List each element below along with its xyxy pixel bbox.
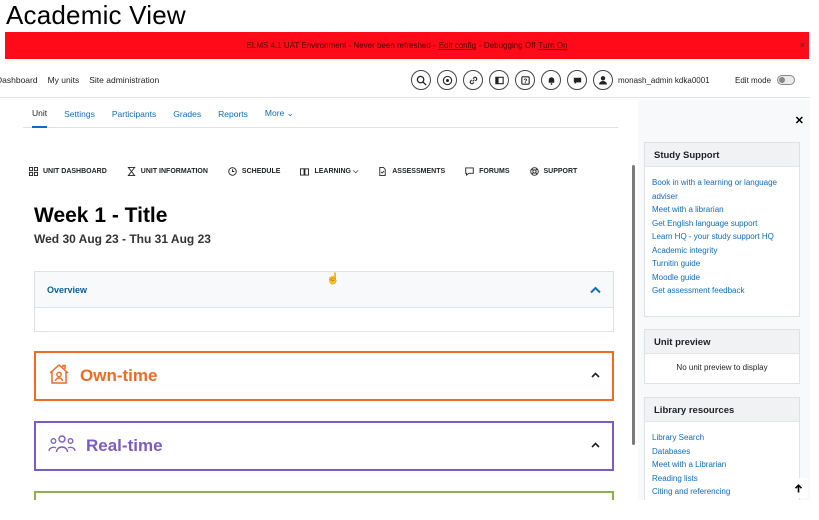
support-link[interactable]: Book in with a learning or language advi… [652, 176, 792, 203]
unit-nav-support[interactable]: SUPPORT [529, 167, 578, 176]
accessibility-icon[interactable] [437, 70, 457, 90]
unit-preview-text: No unit preview to display [676, 363, 768, 372]
main-scrollbar[interactable] [632, 165, 635, 445]
unit-nav-learning-label: LEARNING ⌵ [314, 167, 359, 175]
overview-section: Overview [34, 271, 614, 332]
real-time-section[interactable]: Real-time [34, 421, 614, 471]
tab-settings[interactable]: Settings [64, 100, 95, 128]
chevron-up-icon[interactable] [591, 440, 600, 450]
week-dates: Wed 30 Aug 23 - Thu 31 Aug 23 [34, 232, 211, 246]
unit-nav-information-label: UNIT INFORMATION [140, 168, 208, 175]
primary-nav: Dashboard My units Site administration [0, 75, 159, 85]
library-link[interactable]: Meet with a Librarian [652, 458, 792, 472]
hourglass-icon [127, 167, 136, 176]
turn-on-link[interactable]: Turn On [538, 41, 567, 50]
open-book-icon [300, 168, 310, 176]
edit-config-link[interactable]: Edit config [439, 41, 476, 50]
library-link[interactable]: Citing and referencing [652, 485, 792, 499]
top-navbar: Dashboard My units Site administration ? [0, 62, 810, 98]
environment-banner: ELMS 4.1 UAT Environment - Never been re… [5, 32, 809, 59]
next-section[interactable] [34, 491, 614, 500]
speech-bubble-icon [465, 167, 474, 176]
study-support-title: Study Support [645, 143, 799, 167]
library-resources-block: Library resources Library Search Databas… [644, 397, 800, 500]
unit-navigation: UNIT DASHBOARD UNIT INFORMATION SCHEDULE… [29, 167, 597, 176]
study-support-block: Study Support Book in with a learning or… [644, 142, 800, 317]
svg-text:?: ? [523, 77, 527, 84]
chevron-up-icon[interactable] [591, 370, 600, 380]
close-banner-icon[interactable]: × [800, 40, 805, 50]
library-link[interactable]: Library Search [652, 431, 792, 445]
overview-label: Overview [47, 284, 88, 295]
unit-nav-learning[interactable]: LEARNING ⌵ [300, 167, 358, 176]
chat-icon[interactable] [567, 70, 587, 90]
library-link[interactable]: Reading lists [652, 472, 792, 486]
bell-icon[interactable] [541, 70, 561, 90]
support-link[interactable]: Learn HQ - your study support HQ [652, 230, 792, 244]
support-link[interactable]: Turnitin guide [652, 257, 792, 271]
unit-nav-schedule-label: SCHEDULE [241, 168, 281, 175]
edit-mode-label: Edit mode [735, 75, 772, 85]
real-time-label: Real-time [86, 436, 163, 455]
lifebuoy-icon [529, 167, 539, 176]
main-content: Unit Settings Participants Grades Report… [5, 100, 635, 500]
support-link[interactable]: Get assessment feedback [652, 284, 792, 298]
document-icon [379, 167, 386, 176]
nav-dashboard[interactable]: Dashboard [0, 75, 38, 85]
group-people-icon [48, 433, 76, 460]
chevron-up-icon[interactable] [590, 283, 601, 297]
library-resources-title: Library resources [645, 398, 799, 422]
unit-nav-support-label: SUPPORT [543, 168, 578, 175]
support-link[interactable]: Get English language support [652, 217, 792, 231]
unit-nav-dashboard[interactable]: UNIT DASHBOARD [29, 167, 107, 176]
secondary-nav: Unit Settings Participants Grades Report… [23, 100, 618, 128]
tab-participants[interactable]: Participants [112, 100, 156, 128]
page-heading: Academic View [6, 0, 186, 30]
link-icon[interactable] [463, 70, 483, 90]
support-link[interactable]: Academic integrity [652, 244, 792, 258]
search-icon[interactable] [411, 70, 431, 90]
unit-nav-dashboard-label: UNIT DASHBOARD [43, 168, 107, 175]
unit-nav-assessments[interactable]: ASSESSMENTS [378, 167, 445, 176]
unit-preview-block: Unit preview No unit preview to display [644, 329, 800, 384]
tab-unit[interactable]: Unit [32, 100, 48, 128]
book-icon[interactable] [489, 70, 509, 90]
grid-icon [29, 167, 38, 176]
support-link[interactable]: Moodle guide [652, 271, 792, 285]
avatar[interactable] [593, 70, 613, 90]
overview-header[interactable]: Overview [35, 272, 613, 308]
help-icon[interactable]: ? [515, 70, 535, 90]
user-name[interactable]: monash_admin kdka0001 [618, 76, 710, 85]
unit-nav-forums-label: FORUMS [479, 168, 510, 175]
own-time-label: Own-time [80, 366, 158, 385]
unit-nav-schedule[interactable]: SCHEDULE [228, 167, 281, 176]
edit-mode-switch[interactable]: Edit mode [735, 75, 796, 85]
edit-mode-toggle[interactable] [777, 75, 796, 85]
nav-my-units[interactable]: My units [48, 75, 80, 85]
debug-text: - Debugging Off [479, 41, 536, 50]
unit-preview-title: Unit preview [645, 330, 799, 354]
library-link[interactable]: Databases [652, 445, 792, 459]
unit-nav-assessments-label: ASSESSMENTS [392, 168, 446, 175]
back-to-top-button[interactable] [788, 478, 808, 498]
arrow-up-icon [794, 483, 802, 492]
block-drawer: ✕ Study Support Book in with a learning … [638, 100, 810, 500]
nav-site-administration[interactable]: Site administration [89, 75, 159, 85]
support-link[interactable]: Meet with a librarian [652, 203, 792, 217]
tab-more[interactable]: More ⌄ [265, 100, 294, 128]
tab-reports[interactable]: Reports [218, 100, 248, 128]
unit-nav-forums[interactable]: FORUMS [465, 167, 510, 176]
env-text: ELMS 4.1 UAT Environment - Never been re… [246, 41, 436, 50]
user-menu[interactable]: monash_admin kdka0001 [593, 70, 710, 90]
tab-grades[interactable]: Grades [173, 100, 201, 128]
house-person-icon [48, 363, 70, 390]
close-drawer-icon[interactable]: ✕ [795, 114, 804, 127]
toolbar-icons: ? [411, 70, 587, 90]
week-title: Week 1 - Title [34, 204, 168, 227]
mouse-pointer-icon: ☝ [326, 273, 340, 285]
unit-nav-information[interactable]: UNIT INFORMATION [127, 167, 208, 176]
clock-icon [228, 167, 237, 176]
own-time-section[interactable]: Own-time [34, 351, 614, 401]
